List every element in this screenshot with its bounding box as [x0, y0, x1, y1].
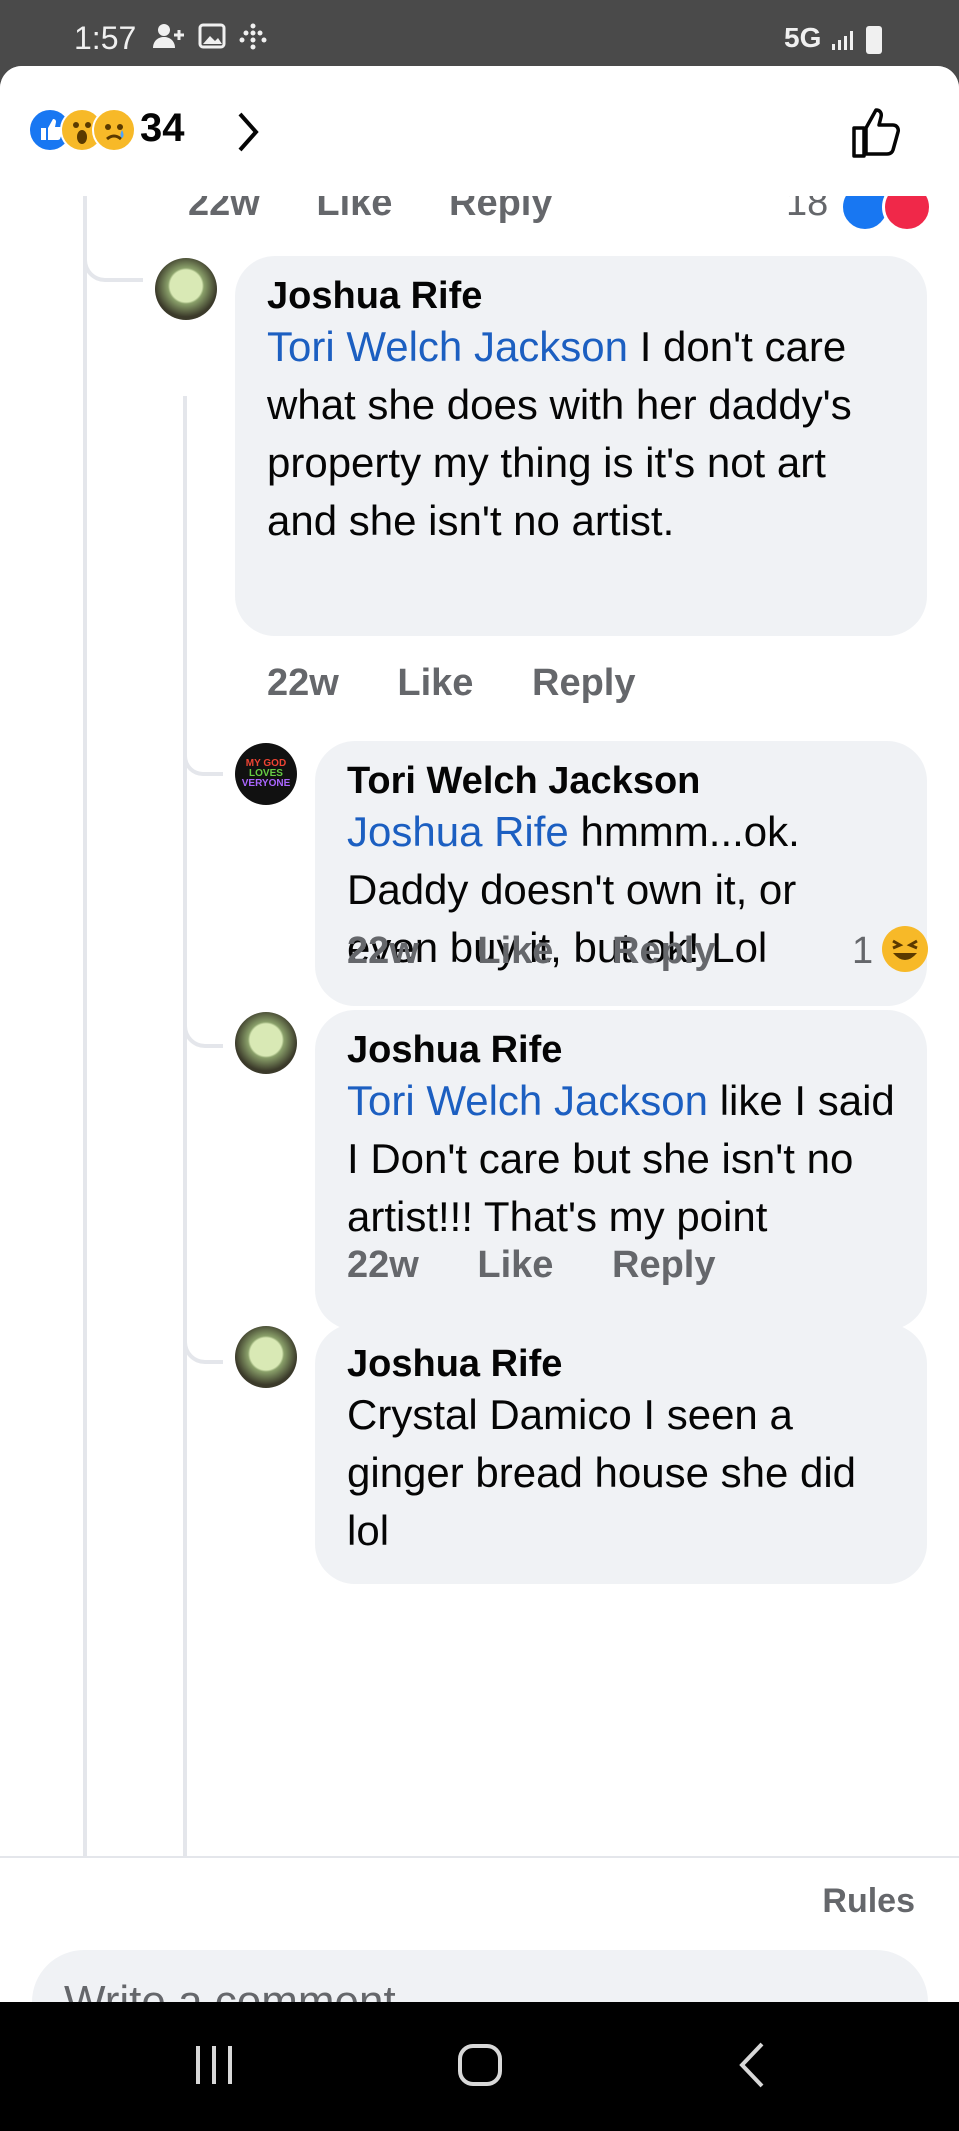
comment-author[interactable]: Joshua Rife — [347, 1342, 895, 1386]
notification-icons — [152, 22, 268, 57]
sad-reaction-icon — [92, 108, 136, 152]
home-icon[interactable] — [456, 2040, 504, 2090]
comment-time: 22w — [347, 1244, 419, 1286]
reactions-header: 34 — [0, 66, 959, 196]
system-nav-bar — [0, 2002, 959, 2131]
comment-author[interactable]: Joshua Rife — [267, 274, 895, 318]
like-button[interactable] — [848, 102, 908, 162]
chevron-right-icon[interactable] — [234, 110, 262, 154]
avatar[interactable] — [155, 258, 217, 320]
status-time: 1:57 — [74, 20, 137, 56]
reply-link[interactable]: Reply — [449, 196, 552, 224]
avatar[interactable] — [235, 1326, 297, 1388]
signal-icon — [832, 31, 853, 50]
comment-actions: 22w Like Reply — [347, 1244, 763, 1287]
thread-connector — [183, 1016, 223, 1048]
thread-line-outer — [83, 196, 87, 1856]
mention-link[interactable]: Joshua Rife — [347, 808, 569, 855]
mention-link[interactable]: Tori Welch Jackson — [267, 323, 628, 370]
person-add-icon — [153, 24, 184, 48]
reaction-count[interactable]: 34 — [140, 106, 185, 151]
avatar[interactable] — [235, 1012, 297, 1074]
network-type: 5G — [784, 22, 822, 53]
previous-comment-actions: 22w Like Reply — [188, 196, 598, 225]
reply-link[interactable]: Reply — [532, 662, 635, 704]
laugh-reaction-icon — [882, 926, 928, 972]
image-icon — [198, 23, 226, 49]
comment-author[interactable]: Tori Welch Jackson — [347, 759, 895, 803]
comment-time: 22w — [347, 930, 419, 972]
battery-icon — [866, 26, 882, 54]
comment-bubble[interactable]: Joshua Rife Crystal Damico I seen a ging… — [315, 1324, 927, 1584]
status-bar: 1:57 5G — [0, 0, 959, 66]
comment-text: Tori Welch Jackson like I said I Don't c… — [347, 1077, 895, 1240]
comments-sheet: 34 22w Like Reply 18 Joshua Rife Tori We… — [0, 66, 959, 2002]
comments-thread[interactable]: 22w Like Reply 18 Joshua Rife Tori Welch… — [0, 196, 959, 1856]
comment-footer: Rules — [0, 1856, 959, 2002]
like-link[interactable]: Like — [397, 662, 473, 704]
rules-link[interactable]: Rules — [822, 1882, 915, 1921]
comment-time: 22w — [188, 196, 260, 224]
comment-actions: 22w Like Reply — [347, 930, 763, 973]
thread-connector — [183, 1330, 223, 1364]
comment-text: Crystal Damico I seen a ginger bread hou… — [347, 1391, 857, 1554]
comment-actions: 22w Like Reply — [267, 662, 683, 705]
thread-line-inner — [183, 396, 187, 1856]
mention-link[interactable]: Tori Welch Jackson — [347, 1077, 708, 1124]
comment-text: Tori Welch Jackson I don't care what she… — [267, 323, 852, 544]
comment-input[interactable] — [32, 1950, 928, 2002]
thread-connector — [183, 756, 223, 776]
comment-author[interactable]: Joshua Rife — [347, 1028, 895, 1072]
thread-connector — [83, 240, 143, 282]
previous-reaction-count: 18 — [786, 196, 829, 224]
reaction-count[interactable]: 1 — [852, 930, 873, 973]
love-reaction-icon — [882, 196, 932, 232]
like-link[interactable]: Like — [316, 196, 392, 224]
reply-link[interactable]: Reply — [612, 930, 715, 972]
avatar[interactable]: MY GOD LOVES VERYONE — [235, 743, 297, 805]
dots-grid-icon — [239, 23, 267, 50]
recent-apps-icon[interactable] — [190, 2040, 238, 2090]
reply-link[interactable]: Reply — [612, 1244, 715, 1286]
comment-time: 22w — [267, 662, 339, 704]
like-link[interactable]: Like — [477, 930, 553, 972]
back-icon[interactable] — [730, 2040, 778, 2090]
comment-bubble[interactable]: Joshua Rife Tori Welch Jackson I don't c… — [235, 256, 927, 636]
like-link[interactable]: Like — [477, 1244, 553, 1286]
